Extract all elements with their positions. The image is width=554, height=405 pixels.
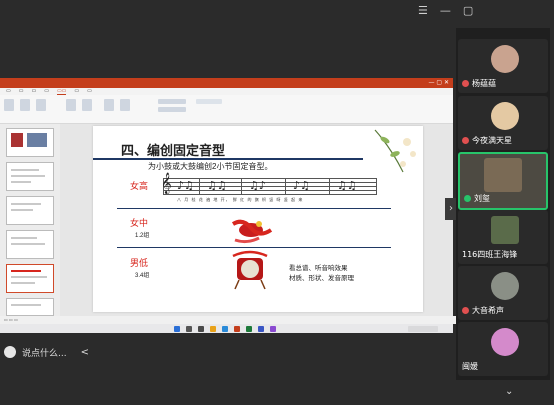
note-icon: ♫♪ — [249, 179, 266, 192]
ribbon-button[interactable] — [20, 99, 30, 111]
system-tray[interactable] — [408, 325, 438, 332]
app-icon[interactable] — [270, 325, 276, 332]
ribbon-button[interactable] — [82, 99, 92, 111]
drum-ribbon-image — [231, 219, 273, 244]
note-icon: ♪♫ — [177, 179, 194, 192]
avatar — [491, 216, 519, 244]
slide-thumbnail[interactable] — [6, 196, 54, 225]
maximize-icon[interactable]: ▢ — [463, 4, 473, 17]
slide-thumbnails-panel — [0, 124, 61, 324]
window-controls: ☰ — ▢ — [418, 4, 473, 17]
label-soprano: 女高 — [130, 181, 149, 191]
slide-thumbnail-selected[interactable] — [6, 264, 54, 293]
menu-icon[interactable]: ☰ — [418, 4, 428, 17]
note-icon: ♫♫ — [337, 179, 357, 192]
shared-screen-powerpoint: — ▢ ✕ ▭ ▭ ▭ ▭ ▭▭ ▭ ▭ 四、编创固定音型 为小鼓或大鼓编创2小… — [0, 78, 457, 333]
slide-thumbnail[interactable] — [6, 298, 54, 316]
ribbon-button[interactable] — [4, 99, 14, 111]
ribbon-field[interactable] — [158, 107, 186, 112]
participant-tile[interactable]: 大音希声 — [458, 266, 548, 320]
avatar — [491, 272, 519, 300]
minimize-icon[interactable]: — — [440, 4, 451, 17]
lyrics: 八 月 桂 花 遍 地 开， 鲜 红 的 旗 帜 竖 呀 竖 起 来 — [177, 197, 304, 202]
note-line-1: 看总谱、听音响效果 — [289, 265, 348, 272]
taskview-icon[interactable] — [198, 325, 204, 332]
participant-name: 刘玺 — [474, 194, 490, 203]
slide-subtitle: 为小鼓或大鼓编创2小节固定音型。 — [148, 162, 273, 171]
participant-name: 闽媛 — [462, 362, 478, 371]
participant-tile[interactable]: 116四班王海锋 — [458, 210, 548, 264]
participant-tile[interactable]: 今夜满天星 — [458, 96, 548, 150]
ppt-statusbar: ▭ ▭ ▭ — [0, 316, 457, 324]
participant-tile[interactable]: 杨蕴蕴 — [458, 39, 548, 93]
avatar — [491, 328, 519, 356]
label-alto: 女中 — [130, 218, 149, 228]
chat-collapse-button[interactable]: < — [81, 347, 89, 358]
slide-title: 四、编创固定音型 — [121, 143, 226, 158]
participant-tile-active-speaker[interactable]: 刘玺 — [458, 152, 548, 210]
chevron-down-icon[interactable]: ⌄ — [505, 386, 513, 397]
ppt-tab[interactable]: ▭ — [19, 88, 24, 95]
ppt-tab[interactable]: ▭ — [6, 88, 11, 95]
ribbon-button[interactable] — [104, 99, 114, 111]
ppt-window-buttons: — ▢ ✕ — [428, 79, 449, 86]
windows-taskbar — [0, 324, 453, 333]
slide-thumbnail[interactable] — [6, 128, 54, 157]
ribbon-button[interactable] — [120, 99, 130, 111]
music-staff: 𝄞 ♪♫ ♫♫ ♫♪ ♪♫ ♫♫ — [161, 173, 377, 195]
mic-active-icon — [464, 195, 471, 202]
slide-canvas: 四、编创固定音型 为小鼓或大鼓编创2小节固定音型。 女高 𝄞 ♪♫ ♫♫ ♫♪ … — [60, 124, 453, 324]
search-icon[interactable] — [186, 325, 192, 332]
ppt-ribbon-tabs: ▭ ▭ ▭ ▭ ▭▭ ▭ ▭ — [0, 88, 453, 95]
slide-notes: 看总谱、听音响效果 材质、形状、发音原理 — [289, 264, 354, 284]
ppt-tab[interactable]: ▭ — [44, 88, 49, 95]
avatar — [491, 45, 519, 73]
divider-line — [117, 247, 391, 248]
group-bass: 3.4组 — [135, 273, 150, 279]
ppt-tab[interactable]: ▭ — [87, 88, 92, 95]
flower-decoration — [374, 129, 416, 173]
app-icon[interactable] — [258, 325, 264, 332]
slide-thumbnail[interactable] — [6, 230, 54, 259]
participant-name: 杨蕴蕴 — [472, 79, 496, 88]
note-icon: ♫♫ — [207, 179, 227, 192]
mic-muted-icon — [462, 80, 469, 87]
ribbon-field[interactable] — [196, 99, 222, 104]
app-icon[interactable] — [246, 325, 252, 332]
ppt-tab[interactable]: ▭ — [74, 88, 79, 95]
participant-name: 116四班王海锋 — [462, 250, 518, 259]
avatar — [491, 102, 519, 130]
group-alto: 1.2组 — [135, 233, 150, 239]
treble-clef-icon: 𝄞 — [161, 173, 172, 194]
windows-start-icon[interactable] — [174, 325, 180, 332]
emoji-icon[interactable] — [4, 346, 16, 358]
participant-name: 今夜满天星 — [472, 136, 512, 145]
chat-bar: 说点什么... < — [0, 342, 89, 362]
divider-line — [117, 208, 391, 209]
video-feed — [484, 158, 522, 192]
chat-input[interactable]: 说点什么... — [22, 346, 67, 359]
current-slide: 四、编创固定音型 为小鼓或大鼓编创2小节固定音型。 女高 𝄞 ♪♫ ♫♫ ♫♪ … — [93, 126, 423, 312]
ppt-titlebar: — ▢ ✕ — [0, 78, 453, 88]
powerpoint-icon[interactable] — [234, 325, 240, 332]
ribbon-field[interactable] — [158, 99, 186, 104]
edge-icon[interactable] — [222, 325, 228, 332]
participant-name: 大音希声 — [472, 306, 504, 315]
mic-muted-icon — [462, 137, 469, 144]
big-drum-image — [232, 250, 268, 290]
ppt-tab[interactable]: ▭ — [31, 88, 36, 95]
ribbon-button[interactable] — [66, 99, 76, 111]
participant-tile[interactable]: 闽媛 — [458, 322, 548, 376]
ribbon-button[interactable] — [36, 99, 46, 111]
slide-thumbnail[interactable] — [6, 162, 54, 191]
folder-icon[interactable] — [210, 325, 216, 332]
mic-muted-icon — [462, 307, 469, 314]
note-line-2: 材质、形状、发音原理 — [289, 275, 354, 282]
title-underline — [93, 158, 363, 160]
participants-panel: 杨蕴蕴 今夜满天星 刘玺 116四班王海锋 大音希声 闽媛 — [456, 28, 550, 380]
note-icon: ♪♫ — [293, 179, 310, 192]
ppt-ribbon — [0, 95, 453, 124]
label-bass: 男低 — [130, 258, 149, 268]
ppt-tab-selected[interactable]: ▭▭ — [56, 88, 67, 95]
